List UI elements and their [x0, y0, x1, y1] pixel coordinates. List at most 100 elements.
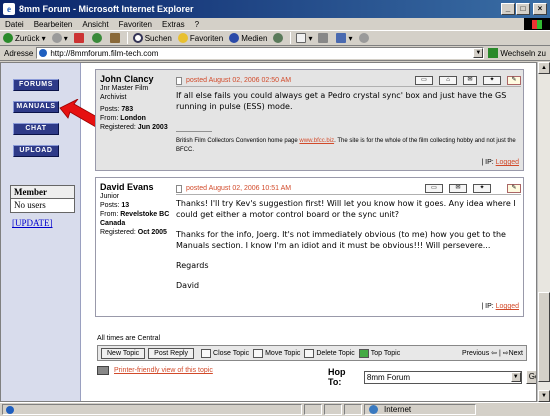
author-role: Jnr Master Film Archivist: [100, 85, 149, 101]
close-topic-icon: [201, 348, 212, 358]
author-name: David Evans: [100, 182, 154, 192]
forward-arrow-icon: [51, 33, 62, 43]
address-url: http://8mmforum.film-tech.com: [50, 48, 159, 58]
ip-logged-link[interactable]: Logged: [496, 303, 519, 310]
nav-chat-button[interactable]: CHAT: [13, 123, 59, 135]
page-content: FORUMS MANUALS CHAT UPLOAD Member No use…: [0, 62, 537, 402]
post: David Evans Junior Posts: 13 From: Revel…: [95, 177, 524, 317]
new-topic-button[interactable]: New Topic: [101, 347, 146, 359]
scroll-up-arrow-icon[interactable]: ▲: [538, 62, 550, 74]
edit-icon: [336, 33, 347, 43]
hop-to-label: Hop To:: [328, 367, 346, 387]
print-button[interactable]: [315, 33, 333, 43]
windows-logo-icon: [524, 18, 550, 30]
post-signature: ------------------ British Film Collecto…: [176, 129, 516, 153]
move-topic-button[interactable]: Move Topic: [253, 348, 300, 358]
edit-post-icon[interactable]: ✎: [507, 184, 521, 193]
history-button[interactable]: [270, 33, 288, 43]
menu-datei[interactable]: Datei: [0, 20, 29, 29]
address-label: Adresse: [4, 48, 34, 58]
media-button[interactable]: Medien: [226, 33, 270, 43]
stop-button[interactable]: [71, 33, 89, 43]
member-header: Member: [11, 186, 74, 199]
page-done-icon: [6, 405, 14, 414]
post-body: Thanks! I'll try Kev's suggestion first!…: [176, 199, 516, 290]
refresh-button[interactable]: [89, 33, 107, 43]
address-input[interactable]: http://8mmforum.film-tech.com ▼: [36, 47, 485, 59]
bfcc-link[interactable]: www.bfcc.biz: [299, 138, 334, 144]
edit-button[interactable]: ▾: [333, 33, 355, 43]
stop-icon: [73, 33, 84, 43]
menu-help[interactable]: ?: [190, 20, 204, 29]
print-link-row: Printer-friendly view of this topic: [97, 366, 213, 375]
homepage-icon[interactable]: ⌂: [439, 76, 457, 85]
media-icon: [229, 33, 240, 43]
close-button[interactable]: ×: [533, 3, 547, 15]
go-arrow-icon: [488, 48, 499, 58]
scroll-down-arrow-icon[interactable]: ▼: [538, 390, 550, 402]
go-button[interactable]: Wechseln zu: [484, 48, 550, 58]
menu-favoriten[interactable]: Favoriten: [114, 20, 157, 29]
chevron-down-icon[interactable]: ▼: [510, 372, 521, 382]
page-icon: [39, 49, 48, 57]
history-icon: [273, 33, 284, 43]
topic-pager: Previous ⇦ | ⇨Next: [461, 350, 523, 357]
hop-to-select[interactable]: 8mm Forum ▼: [363, 370, 522, 384]
member-box: Member No users: [10, 185, 75, 213]
next-topic-link[interactable]: Next: [509, 350, 523, 357]
move-topic-icon: [253, 348, 264, 358]
back-arrow-icon: [3, 33, 13, 43]
discuss-icon: [358, 33, 369, 43]
menu-bearbeiten[interactable]: Bearbeiten: [29, 20, 78, 29]
security-zone: Internet: [364, 404, 476, 415]
home-button[interactable]: [107, 33, 125, 43]
discuss-button[interactable]: [356, 33, 374, 43]
window-title: 8mm Forum - Microsoft Internet Explorer: [19, 4, 194, 14]
post-reply-button[interactable]: Post Reply: [148, 347, 195, 359]
nav-manuals-button[interactable]: MANUALS: [13, 101, 59, 113]
post-body: If all else fails you could always get a…: [176, 91, 507, 111]
email-icon[interactable]: ✉: [463, 76, 477, 85]
title-bar: e 8mm Forum - Microsoft Internet Explore…: [0, 0, 550, 18]
maximize-button[interactable]: □: [516, 3, 530, 15]
menu-extras[interactable]: Extras: [157, 20, 190, 29]
address-dropdown-button[interactable]: ▼: [473, 48, 484, 58]
nav-upload-button[interactable]: UPLOAD: [13, 145, 59, 157]
timezone-note: All times are Central: [97, 335, 161, 342]
author-name: John Clancy: [100, 74, 154, 84]
close-topic-button[interactable]: Close Topic: [201, 348, 249, 358]
update-link[interactable]: [UPDATE]: [12, 218, 53, 228]
ip-logged-link[interactable]: Logged: [496, 159, 519, 166]
previous-topic-link[interactable]: Previous: [462, 350, 489, 357]
search-icon: [132, 33, 143, 43]
address-bar: Adresse http://8mmforum.film-tech.com ▼ …: [0, 46, 550, 61]
profile-icon[interactable]: ▭: [425, 184, 443, 193]
menu-ansicht[interactable]: Ansicht: [77, 20, 113, 29]
scroll-thumb[interactable]: [538, 292, 550, 382]
back-button[interactable]: Zurück ▾: [0, 33, 49, 43]
printer-friendly-link[interactable]: Printer-friendly view of this topic: [114, 367, 213, 374]
vertical-scrollbar[interactable]: ▲ ▼: [537, 62, 550, 402]
author-role: Junior: [100, 193, 120, 200]
status-main: [2, 404, 302, 415]
icq-icon[interactable]: ✦: [483, 76, 501, 85]
post-header: posted August 02, 2006 02:50 AM ▭ ⌂ ✉ ✦ …: [176, 75, 521, 87]
edit-post-icon[interactable]: ✎: [507, 76, 521, 85]
favorites-button[interactable]: Favoriten: [175, 33, 226, 43]
author-post-count: 13: [121, 202, 130, 209]
favorites-star-icon: [177, 33, 188, 43]
nav-forums-button[interactable]: FORUMS: [13, 79, 59, 91]
post-icon: [176, 76, 182, 85]
icq-icon[interactable]: ✦: [473, 184, 491, 193]
top-topic-button[interactable]: Top Topic: [358, 348, 400, 358]
hop-go-button[interactable]: Go: [525, 370, 536, 384]
email-icon[interactable]: ✉: [449, 184, 467, 193]
minimize-button[interactable]: _: [501, 3, 515, 15]
mail-button[interactable]: ▾: [293, 33, 315, 43]
search-button[interactable]: Suchen: [130, 33, 175, 43]
menu-bar: Datei Bearbeiten Ansicht Favoriten Extra…: [0, 18, 550, 31]
profile-icon[interactable]: ▭: [415, 76, 433, 85]
delete-topic-button[interactable]: Delete Topic: [304, 348, 355, 358]
author-registered: Jun 2003: [137, 124, 168, 131]
forward-button[interactable]: ▾: [49, 33, 71, 43]
